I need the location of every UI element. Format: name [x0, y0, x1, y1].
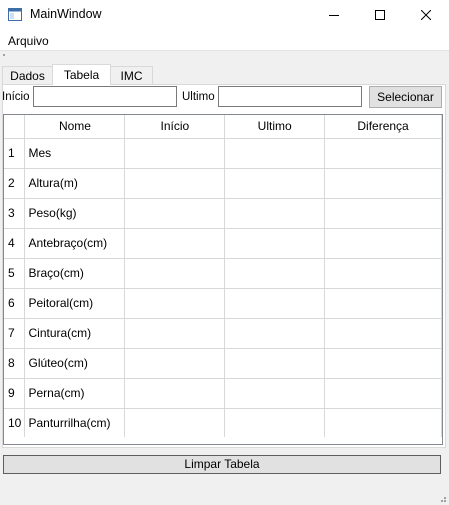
cell-ultimo[interactable] — [224, 318, 326, 349]
cell-inicio[interactable] — [124, 408, 226, 439]
window-icon — [8, 8, 22, 21]
ultimo-label: Ultimo — [182, 91, 215, 103]
table-row: 10 Panturrilha(cm) — [4, 408, 442, 439]
maximize-button[interactable] — [357, 0, 403, 30]
table-row: 3 Peso(kg) — [4, 198, 442, 229]
row-header[interactable]: 3 — [4, 198, 26, 229]
table-row: 8 Glúteo(cm) — [4, 348, 442, 379]
table-row: 2 Altura(m) — [4, 168, 442, 199]
table-row: 5 Braço(cm) — [4, 258, 442, 289]
cell-inicio[interactable] — [124, 348, 226, 379]
cell-diferenca[interactable] — [324, 318, 442, 349]
cell-ultimo[interactable] — [224, 168, 326, 199]
window-title: MainWindow — [30, 7, 102, 21]
cell-diferenca[interactable] — [324, 288, 442, 319]
cell-inicio[interactable] — [124, 138, 226, 169]
cell-inicio[interactable] — [124, 318, 226, 349]
table-body: 1 Mes 2 Altura(m) 3 Peso(kg) 4 Antebraço(cm) 5 Br… — [4, 138, 442, 439]
table-bottom-area — [4, 437, 442, 444]
inicio-label: Início — [2, 91, 30, 103]
title-bar: MainWindow — [0, 0, 449, 30]
column-header-diferenca[interactable]: Diferença — [324, 115, 442, 139]
table-row: 1 Mes — [4, 138, 442, 169]
row-header[interactable]: 9 — [4, 378, 26, 409]
cell-nome[interactable]: Mes — [24, 138, 126, 169]
tab-dados[interactable]: Dados — [2, 66, 53, 85]
corner-header[interactable] — [4, 115, 26, 139]
ultimo-input[interactable] — [218, 86, 362, 107]
close-icon — [421, 10, 431, 20]
table-row: 4 Antebraço(cm) — [4, 228, 442, 259]
cell-nome[interactable]: Perna(cm) — [24, 378, 126, 409]
cell-nome[interactable]: Altura(m) — [24, 168, 126, 199]
tab-tabela[interactable]: Tabela — [52, 64, 111, 85]
cell-inicio[interactable] — [124, 378, 226, 409]
limpar-tabela-button[interactable]: Limpar Tabela — [3, 455, 441, 474]
cell-ultimo[interactable] — [224, 228, 326, 259]
cell-inicio[interactable] — [124, 258, 226, 289]
resize-grip-icon[interactable] — [437, 493, 447, 503]
row-header[interactable]: 2 — [4, 168, 26, 199]
table-row: 7 Cintura(cm) — [4, 318, 442, 349]
table-row: 9 Perna(cm) — [4, 378, 442, 409]
column-header-nome[interactable]: Nome — [24, 115, 126, 139]
cell-nome[interactable]: Peitoral(cm) — [24, 288, 126, 319]
menu-bar: Arquivo — [0, 30, 449, 50]
row-header[interactable]: 1 — [4, 138, 26, 169]
cell-inicio[interactable] — [124, 288, 226, 319]
cell-nome[interactable]: Cintura(cm) — [24, 318, 126, 349]
cell-nome[interactable]: Peso(kg) — [24, 198, 126, 229]
cell-diferenca[interactable] — [324, 258, 442, 289]
cell-diferenca[interactable] — [324, 138, 442, 169]
cell-nome[interactable]: Glúteo(cm) — [24, 348, 126, 379]
cell-ultimo[interactable] — [224, 288, 326, 319]
row-header[interactable]: 8 — [4, 348, 26, 379]
minimize-button[interactable] — [311, 0, 357, 30]
tab-imc[interactable]: IMC — [110, 66, 153, 85]
cell-diferenca[interactable] — [324, 198, 442, 229]
table-header-row: Nome Início Ultimo Diferença — [4, 115, 442, 139]
column-header-ultimo[interactable]: Ultimo — [224, 115, 326, 139]
maximize-icon — [375, 10, 385, 20]
close-button[interactable] — [403, 0, 449, 30]
cell-ultimo[interactable] — [224, 138, 326, 169]
cell-inicio[interactable] — [124, 168, 226, 199]
cell-diferenca[interactable] — [324, 408, 442, 439]
table-grid: Nome Início Ultimo Diferença 1 Mes 2 Altura… — [4, 115, 442, 439]
toolbar-grip-icon[interactable] — [3, 54, 6, 57]
cell-diferenca[interactable] — [324, 228, 442, 259]
cell-diferenca[interactable] — [324, 378, 442, 409]
cell-nome[interactable]: Panturrilha(cm) — [24, 408, 126, 439]
cell-ultimo[interactable] — [224, 258, 326, 289]
cell-inicio[interactable] — [124, 198, 226, 229]
column-header-inicio[interactable]: Início — [124, 115, 226, 139]
row-header[interactable]: 7 — [4, 318, 26, 349]
minimize-icon — [329, 15, 339, 16]
cell-inicio[interactable] — [124, 228, 226, 259]
row-header[interactable]: 6 — [4, 288, 26, 319]
cell-nome[interactable]: Antebraço(cm) — [24, 228, 126, 259]
menu-arquivo[interactable]: Arquivo — [8, 34, 49, 48]
selecionar-button[interactable]: Selecionar — [369, 86, 442, 108]
cell-diferenca[interactable] — [324, 348, 442, 379]
status-bar — [0, 485, 449, 505]
row-header[interactable]: 10 — [4, 408, 26, 439]
cell-ultimo[interactable] — [224, 198, 326, 229]
toolbar-area — [0, 50, 449, 60]
measurements-table[interactable]: Nome Início Ultimo Diferença 1 Mes 2 Altura… — [3, 114, 443, 445]
row-header[interactable]: 5 — [4, 258, 26, 289]
row-header[interactable]: 4 — [4, 228, 26, 259]
cell-ultimo[interactable] — [224, 378, 326, 409]
cell-diferenca[interactable] — [324, 168, 442, 199]
table-row: 6 Peitoral(cm) — [4, 288, 442, 319]
inicio-input[interactable] — [33, 86, 177, 107]
cell-nome[interactable]: Braço(cm) — [24, 258, 126, 289]
cell-ultimo[interactable] — [224, 348, 326, 379]
cell-ultimo[interactable] — [224, 408, 326, 439]
